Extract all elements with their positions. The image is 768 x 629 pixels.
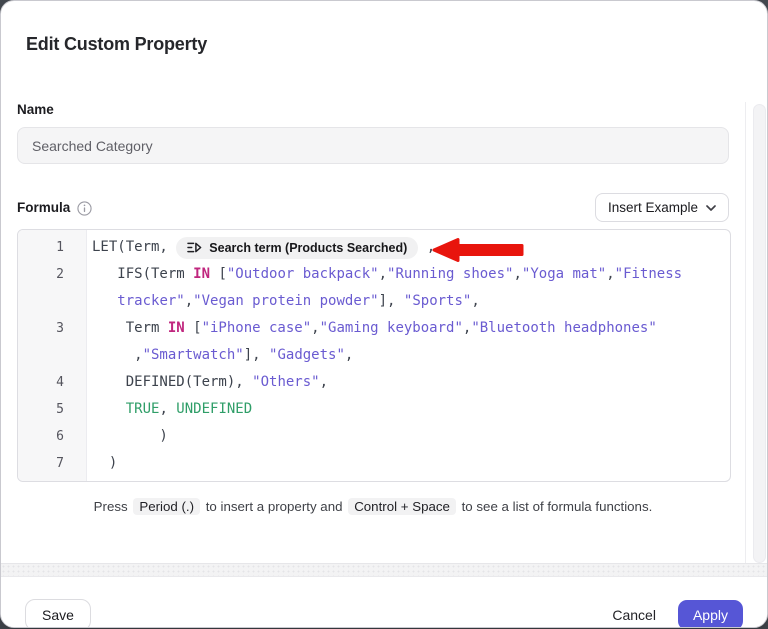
name-label: Name [17,102,729,117]
info-icon[interactable] [77,201,92,216]
line-number: 1 [18,240,86,255]
line-number: 7 [18,456,86,471]
line-number: 6 [18,429,86,444]
red-arrow-annotation [430,237,526,263]
code-line: 4 DEFINED(Term), "Others", [18,369,730,396]
formula-editor[interactable]: 1LET(Term, Search term (Products Searche… [17,229,731,482]
property-chip-label: Search term (Products Searched) [209,237,407,259]
event-property-icon [187,241,202,254]
code-line: tracker","Vegan protein powder"], "Sport… [18,288,730,315]
dialog-content: Name Formula Insert Example [1,102,767,563]
line-number: 3 [18,321,86,336]
formula-hint: Press Period (.) to insert a property an… [17,497,729,517]
save-button[interactable]: Save [25,599,91,628]
code-line: ,"Smartwatch"], "Gadgets", [18,342,730,369]
code-line: 7 ) [18,450,730,477]
code-rows: 1LET(Term, Search term (Products Searche… [18,234,730,477]
code-line: 3 Term IN ["iPhone case","Gaming keyboar… [18,315,730,342]
line-number: 4 [18,375,86,390]
property-chip[interactable]: Search term (Products Searched) [176,237,418,259]
code-line: 6 ) [18,423,730,450]
insert-example-label: Insert Example [608,200,698,215]
code-line: 2 IFS(Term IN ["Outdoor backpack","Runni… [18,261,730,288]
apply-button[interactable]: Apply [678,600,743,628]
scrollbar[interactable] [753,104,766,563]
cancel-button[interactable]: Cancel [612,607,656,623]
dialog-footer: Save Cancel Apply [1,577,767,628]
name-input[interactable] [17,127,729,164]
line-number: 2 [18,267,86,282]
chevron-down-icon [706,205,716,211]
line-number: 5 [18,402,86,417]
scroll-gutter-divider [745,102,746,563]
kbd-shortcut: Control + Space [348,498,456,515]
code-line: 1LET(Term, Search term (Products Searche… [18,234,730,261]
page-title: Edit Custom Property [26,34,207,55]
footer-divider-band [1,563,767,577]
formula-label: Formula [17,200,70,215]
edit-custom-property-dialog: Edit Custom Property Name Formula [0,0,768,628]
code-line: 5 TRUE, UNDEFINED [18,396,730,423]
insert-example-button[interactable]: Insert Example [595,193,729,222]
dialog-header: Edit Custom Property [1,1,767,76]
kbd-shortcut: Period (.) [133,498,200,515]
